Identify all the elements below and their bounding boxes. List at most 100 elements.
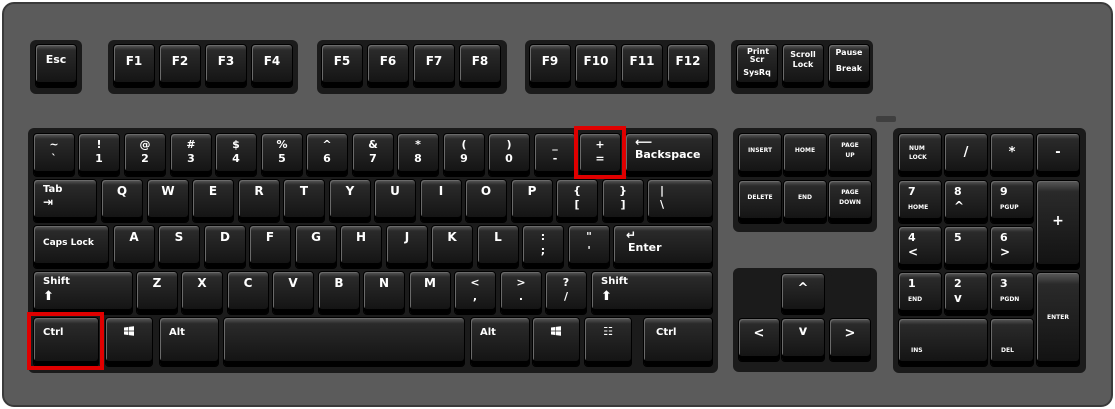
key-insert[interactable]: INSERT	[738, 133, 782, 177]
key-1[interactable]: ! 1	[78, 133, 120, 177]
key-arrow-left[interactable]: <	[738, 318, 780, 362]
key-z[interactable]: Z	[136, 271, 178, 315]
key-page-down[interactable]: PAGE DOWN	[828, 180, 872, 224]
key-numpad-enter[interactable]: ENTER	[1036, 272, 1080, 367]
key-arrow-down[interactable]: v	[781, 318, 825, 362]
key-numpad-9[interactable]: 9 PGUP	[990, 180, 1034, 224]
key-i[interactable]: I	[420, 179, 462, 223]
key-f3[interactable]: F3	[205, 44, 247, 88]
key-print-screen[interactable]: Print Scr SysRq	[736, 44, 778, 88]
key-f8[interactable]: F8	[459, 44, 501, 88]
key-numpad-1[interactable]: 1 END	[898, 272, 942, 316]
key-f9[interactable]: F9	[529, 44, 571, 88]
key-n[interactable]: N	[363, 271, 405, 315]
key-numpad-3[interactable]: 3 PGDN	[990, 272, 1034, 316]
key-t[interactable]: T	[283, 179, 325, 223]
key-esc[interactable]: Esc	[35, 44, 77, 88]
key-w[interactable]: W	[147, 179, 189, 223]
key-y[interactable]: Y	[329, 179, 371, 223]
key-numpad-8[interactable]: 8 ^	[944, 180, 988, 224]
key-numpad-6[interactable]: 6 >	[990, 226, 1034, 270]
key-f2[interactable]: F2	[159, 44, 201, 88]
key-f1[interactable]: F1	[113, 44, 155, 88]
key-right-shift[interactable]: Shift ⬆	[591, 271, 713, 315]
key-comma[interactable]: <,	[454, 271, 496, 315]
key-caps-lock[interactable]: Caps Lock	[33, 225, 109, 269]
key-6[interactable]: ^ 6	[306, 133, 348, 177]
key-numpad-7[interactable]: 7 HOME	[898, 180, 942, 224]
key-j[interactable]: J	[386, 225, 428, 269]
key-numpad-2[interactable]: 2v	[944, 272, 988, 316]
key-f12[interactable]: F12	[667, 44, 709, 88]
key-home[interactable]: HOME	[783, 133, 827, 177]
key-f6[interactable]: F6	[367, 44, 409, 88]
key-numpad-star[interactable]: *	[990, 133, 1034, 177]
key-f[interactable]: F	[249, 225, 291, 269]
key-3[interactable]: #3	[170, 133, 212, 177]
key-right-windows[interactable]	[532, 317, 580, 367]
key-h[interactable]: H	[340, 225, 382, 269]
key-f11[interactable]: F11	[621, 44, 663, 88]
key-v[interactable]: V	[272, 271, 314, 315]
key-semicolon[interactable]: :;	[522, 225, 564, 269]
key-4[interactable]: $4	[215, 133, 257, 177]
key-left-bracket[interactable]: {[	[556, 179, 598, 223]
key-f10[interactable]: F10	[575, 44, 617, 88]
key-num-lock[interactable]: NUM LOCK	[898, 133, 942, 177]
key-arrow-up[interactable]: ^	[781, 273, 825, 315]
key-arrow-right[interactable]: >	[829, 318, 871, 362]
key-backslash[interactable]: | \	[647, 179, 713, 223]
key-numpad-del[interactable]: DEL	[990, 318, 1034, 367]
key-spacebar[interactable]	[223, 317, 465, 367]
key-e[interactable]: E	[192, 179, 234, 223]
key-u[interactable]: U	[374, 179, 416, 223]
key-scroll-lock[interactable]: Scroll Lock	[782, 44, 824, 88]
key-d[interactable]: D	[204, 225, 246, 269]
key-left-windows[interactable]	[105, 317, 153, 367]
key-7[interactable]: & 7	[352, 133, 394, 177]
key-tilde[interactable]: ~ `	[33, 133, 75, 177]
key-tab[interactable]: Tab ⇥	[33, 179, 97, 223]
key-menu[interactable]: ☷	[584, 317, 632, 367]
key-backspace[interactable]: ⟵ Backspace	[625, 133, 713, 177]
key-f7[interactable]: F7	[413, 44, 455, 88]
key-f4[interactable]: F4	[251, 44, 293, 88]
key-r[interactable]: R	[238, 179, 280, 223]
key-delete[interactable]: DELETE	[738, 180, 782, 224]
key-q[interactable]: Q	[101, 179, 143, 223]
key-left-shift[interactable]: Shift ⬆	[33, 271, 133, 315]
key-g[interactable]: G	[295, 225, 337, 269]
key-9[interactable]: (9	[443, 133, 485, 177]
key-enter[interactable]: ↵ Enter	[613, 225, 713, 269]
key-numpad-ins[interactable]: INS	[898, 318, 988, 367]
key-page-up[interactable]: PAGE UP	[828, 133, 872, 177]
key-b[interactable]: B	[318, 271, 360, 315]
key-0[interactable]: ) 0	[488, 133, 530, 177]
key-slash[interactable]: ? /	[545, 271, 587, 315]
key-numpad-slash[interactable]: /	[944, 133, 988, 177]
key-a[interactable]: A	[113, 225, 155, 269]
key-left-alt[interactable]: Alt	[159, 317, 219, 367]
key-5[interactable]: % 5	[261, 133, 303, 177]
key-x[interactable]: X	[181, 271, 223, 315]
key-period[interactable]: >.	[500, 271, 542, 315]
key-pause-break[interactable]: Pause Break	[828, 44, 870, 88]
key-numpad-plus[interactable]: +	[1036, 180, 1080, 270]
key-c[interactable]: C	[227, 271, 269, 315]
key-numpad-minus[interactable]: -	[1036, 133, 1080, 177]
key-right-bracket[interactable]: }]	[602, 179, 644, 223]
key-s[interactable]: S	[158, 225, 200, 269]
key-f5[interactable]: F5	[321, 44, 363, 88]
key-numpad-5[interactable]: 5	[944, 226, 988, 270]
key-l[interactable]: L	[477, 225, 519, 269]
key-end[interactable]: END	[783, 180, 827, 224]
key-2[interactable]: @2	[124, 133, 166, 177]
key-k[interactable]: K	[431, 225, 473, 269]
key-p[interactable]: P	[511, 179, 553, 223]
key-minus[interactable]: _ -	[534, 133, 576, 177]
key-quote[interactable]: " '	[568, 225, 610, 269]
key-right-alt[interactable]: Alt	[470, 317, 530, 367]
key-m[interactable]: M	[409, 271, 451, 315]
key-o[interactable]: O	[465, 179, 507, 223]
key-numpad-4[interactable]: 4 <	[898, 226, 942, 270]
